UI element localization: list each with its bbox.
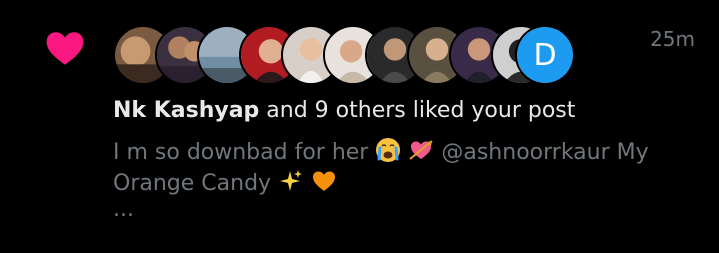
timestamp: 25m: [650, 27, 695, 51]
heart-icon: [44, 27, 86, 69]
action-text: and 9 others liked your post: [266, 98, 576, 123]
liker-avatars: D: [113, 25, 575, 85]
orange-heart-emoji: [311, 168, 337, 194]
sparkles-emoji: [278, 168, 304, 194]
ellipsis: ...: [113, 197, 134, 222]
like-notification[interactable]: D 25m Nk Kashyap and 9 others liked your…: [0, 0, 719, 253]
heart-with-arrow-emoji: [408, 137, 434, 163]
crying-face-emoji: [375, 137, 401, 163]
notification-headline: Nk Kashyap and 9 others liked your post: [113, 97, 575, 125]
post-text-part1: I m so downbad for her: [113, 140, 369, 165]
actor-name[interactable]: Nk Kashyap: [113, 98, 259, 123]
post-preview[interactable]: I m so downbad for her @ashnoorrkaur My …: [113, 137, 703, 199]
avatar-letter[interactable]: D: [515, 25, 575, 85]
